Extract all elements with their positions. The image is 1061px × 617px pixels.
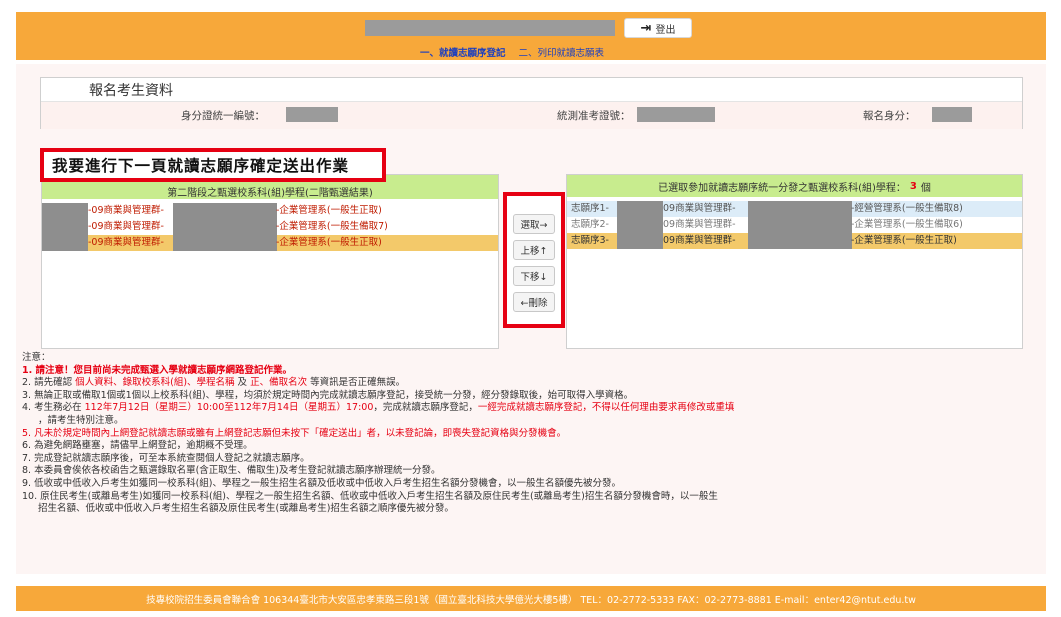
selected-option[interactable]: 志願序2- 09商業與管理群- -企業管理系(一般生備取6): [567, 217, 1022, 233]
select-button[interactable]: 選取→: [513, 214, 555, 234]
nav-tabs: 一、就讀志願序登記 二、列印就讀志願表: [420, 45, 604, 59]
move-down-button[interactable]: 下移↓: [513, 266, 555, 286]
action-buttons: 選取→ 上移↑ 下移↓ ←刪除: [503, 192, 565, 328]
redacted-name: [365, 20, 615, 36]
available-option-selected[interactable]: -09商業與管理群- -企業管理系(一般生正取): [42, 235, 498, 251]
note-5: 5. 凡未於規定時間內上網登記就讀志願或雖有上網登記志願但未按下「確定送出」者，…: [22, 427, 567, 439]
delete-button[interactable]: ←刪除: [513, 292, 555, 312]
note-10: 10. 原住民考生(或離島考生)如獲同一校系科(組)、學程之一般生招生名額、低收…: [22, 490, 718, 502]
main-content: 報名考生資料 身分證統一編號： 統測准考證號： 報名身分： 第二階段之甄選校系科…: [16, 64, 1046, 574]
selected-option-highlighted[interactable]: 志願序3- 09商業與管理群- -企業管理系(一般生正取): [567, 233, 1022, 249]
note-6: 6. 為避免網路壅塞，請儘早上網登記，逾期概不受理。: [22, 440, 253, 452]
info-row: 身分證統一編號： 統測准考證號： 報名身分：: [41, 101, 1022, 129]
page-heading: 我要進行下一頁就讀志願序確定送出作業: [40, 148, 386, 182]
available-option[interactable]: -09商業與管理群- -企業管理系(一般生正取): [42, 203, 498, 219]
notes-section: 注意： 1. 請注意！您目前尚未完成甄選入學就讀志願序網路登記作業。 2. 請先…: [16, 352, 1046, 516]
note-10-cont: 招生名額、低收或中低收入戶考生招生名額及原住民考生(或離島考生)招生名額之順序優…: [38, 503, 454, 515]
move-up-button[interactable]: 上移↑: [513, 240, 555, 260]
tab-register[interactable]: 一、就讀志願序登記: [420, 48, 506, 59]
selected-list-header: 已選取參加就讀志願序統一分發之甄選校系科(組)學程： 3 個: [567, 175, 1022, 197]
note-9: 9. 低收或中低收入戶考生如獲同一校系科(組)、學程之一般生招生名額及低收或中低…: [22, 477, 621, 489]
notes-title: 注意：: [22, 352, 51, 363]
footer: 技專校院招生委員會聯合會 106344臺北市大安區忠孝東路三段1號（國立臺北科技…: [16, 586, 1046, 611]
note-8: 8. 本委員會俟依各校函告之甄選錄取名單(含正取生、備取生)及考生登記就讀志願序…: [22, 465, 441, 477]
logout-button[interactable]: ⇥ 登出: [624, 18, 692, 38]
tab-print[interactable]: 二、列印就讀志願表: [519, 48, 605, 59]
top-header: ⇥ 登出 一、就讀志願序登記 二、列印就讀志願表: [16, 12, 1046, 60]
identity-label: 報名身分：: [863, 110, 916, 122]
applicant-info-box: 報名考生資料 身分證統一編號： 統測准考證號： 報名身分：: [40, 77, 1023, 129]
note-3: 3. 無論正取或備取1個或1個以上校系科(組)、學程，均須於規定時間內完成就讀志…: [22, 389, 634, 401]
info-title: 報名考生資料: [89, 83, 173, 99]
redacted-id: [286, 107, 338, 122]
selected-option[interactable]: 志願序1- 09商業與管理群- -經營管理系(一般生備取8): [567, 201, 1022, 217]
note-4: 4. 考生務必在 112年7月12日（星期三）10:00至112年7月14日（星…: [22, 402, 735, 414]
redacted-identity: [932, 107, 972, 122]
selected-count: 3: [909, 180, 917, 192]
selected-list-panel: 已選取參加就讀志願序統一分發之甄選校系科(組)學程： 3 個 志願序1- 09商…: [566, 174, 1023, 349]
logout-icon: ⇥: [640, 20, 652, 36]
logout-label: 登出: [655, 24, 676, 36]
exam-no-label: 統測准考證號：: [557, 110, 631, 122]
available-option[interactable]: -09商業與管理群- -企業管理系(一般生備取7): [42, 219, 498, 235]
available-list-panel: 第二階段之甄選校系科(組)學程(二階甄選結果) -09商業與管理群- -企業管理…: [41, 174, 499, 349]
note-1: 1. 請注意！您目前尚未完成甄選入學就讀志願序網路登記作業。: [22, 364, 293, 376]
note-2: 2. 請先確認 個人資料、錄取校系科(組)、學程名稱 及 正、備取名次 等資訊是…: [22, 377, 406, 389]
redacted-exam-no: [637, 107, 715, 122]
id-label: 身分證統一編號：: [181, 110, 265, 122]
note-7: 7. 完成登記就讀志願序後，可至本系統查閱個人登記之就讀志願序。: [22, 452, 310, 464]
note-4-cont: ，請考生特別注意。: [38, 414, 124, 426]
